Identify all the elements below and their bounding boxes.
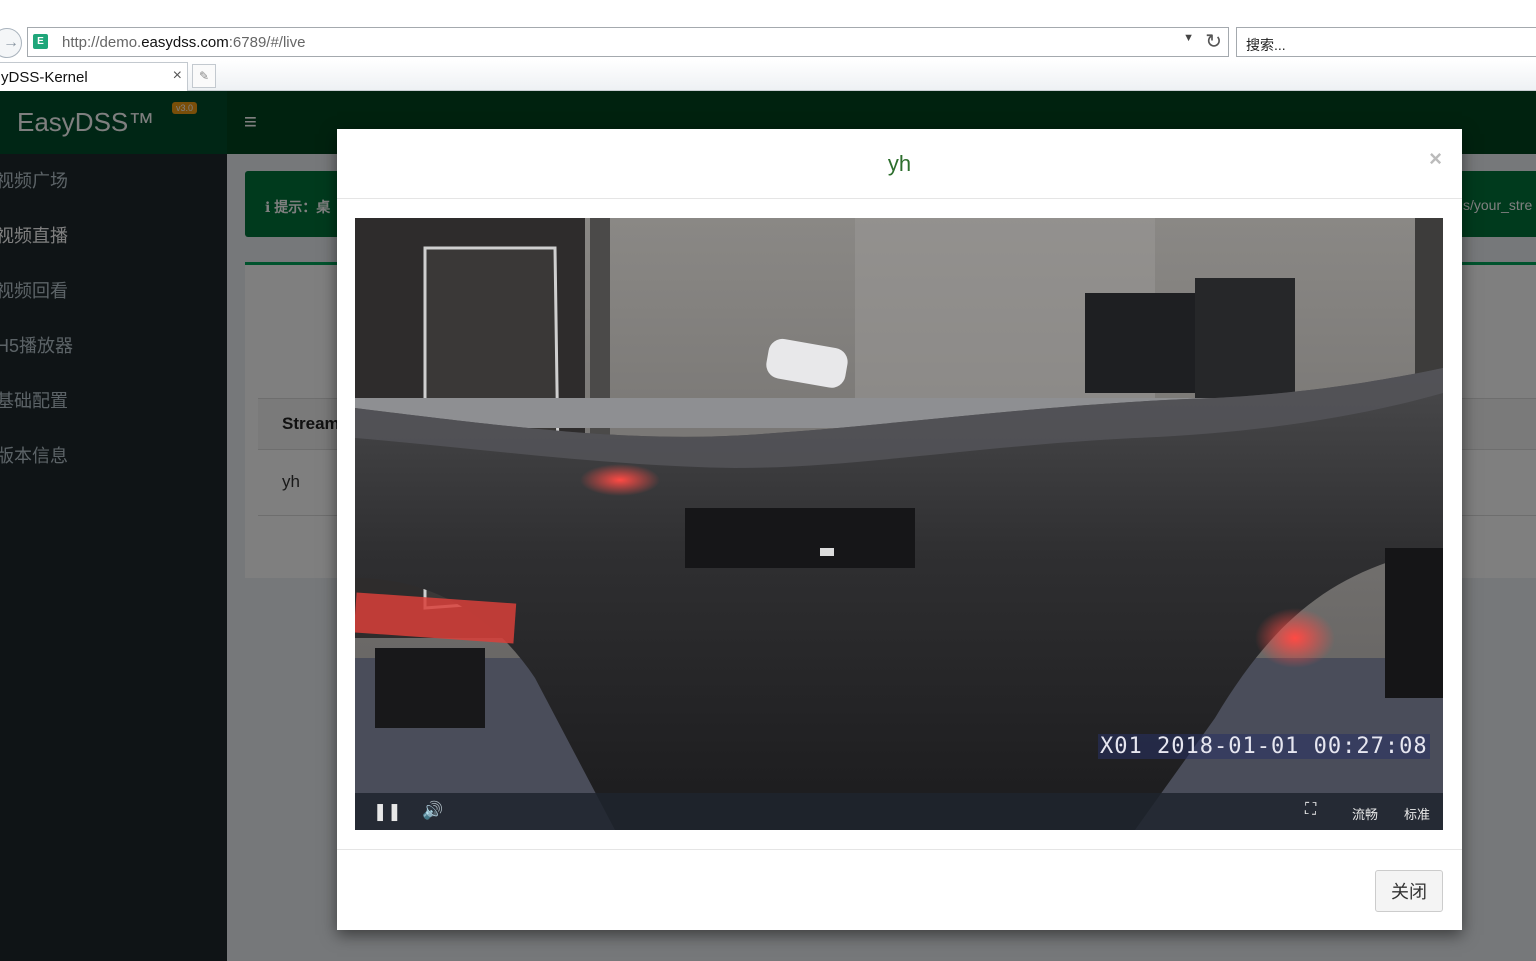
video-player[interactable]: X01 2018-01-01 00:27:08 ❚❚ 🔊 ⛶ 流畅 标准 xyxy=(355,218,1443,830)
video-timestamp-overlay: X01 2018-01-01 00:27:08 xyxy=(1098,734,1430,759)
browser-tab[interactable]: yDSS-Kernel × xyxy=(0,62,188,91)
search-input[interactable]: 搜索... xyxy=(1236,27,1536,57)
new-tab-icon[interactable]: ✎ xyxy=(192,64,216,88)
video-modal: yh × X01 2018-01-01 00:27:08 ❚❚ 🔊 ⛶ 流畅 标… xyxy=(337,129,1462,930)
browser-tab-row: yDSS-Kernel × ✎ xyxy=(0,60,1536,91)
close-button[interactable]: 关闭 xyxy=(1375,870,1443,912)
pause-icon[interactable]: ❚❚ xyxy=(373,802,402,822)
refresh-icon[interactable]: ↻ xyxy=(1205,29,1222,54)
search-placeholder: 搜索... xyxy=(1246,37,1286,53)
fullscreen-icon[interactable]: ⛶ xyxy=(1305,801,1316,819)
video-controls-bar: ❚❚ 🔊 ⛶ 流畅 标准 xyxy=(355,793,1443,830)
address-url[interactable]: http://demo.easydss.com:6789/#/live xyxy=(62,34,306,51)
modal-header: yh × xyxy=(337,129,1462,199)
address-dropdown-icon[interactable]: ▼ xyxy=(1183,32,1194,44)
site-favicon-icon: E xyxy=(33,34,48,49)
modal-title: yh xyxy=(887,151,912,176)
quality-standard-button[interactable]: 标准 xyxy=(1404,804,1430,823)
volume-icon[interactable]: 🔊 xyxy=(422,801,443,821)
close-icon[interactable]: × xyxy=(1429,146,1442,172)
address-bar[interactable]: E http://demo.easydss.com:6789/#/live ▼ … xyxy=(27,27,1229,57)
browser-address-row: → E http://demo.easydss.com:6789/#/live … xyxy=(0,0,1536,60)
back-arrow-icon[interactable]: → xyxy=(0,28,22,58)
quality-fluent-button[interactable]: 流畅 xyxy=(1352,804,1378,823)
tab-close-icon[interactable]: × xyxy=(173,67,182,85)
tab-title: yDSS-Kernel xyxy=(1,69,88,86)
modal-footer: 关闭 xyxy=(337,849,1462,930)
